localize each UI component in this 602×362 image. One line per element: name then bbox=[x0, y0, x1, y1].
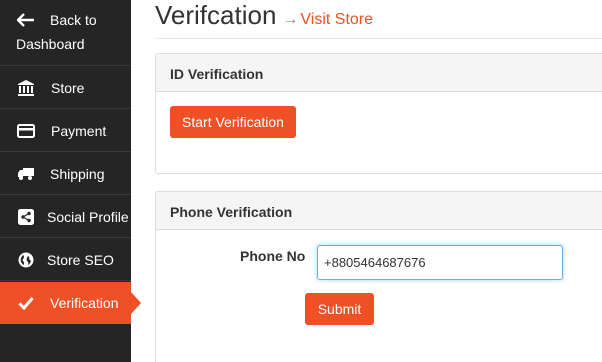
start-verification-button[interactable]: Start Verification bbox=[170, 106, 296, 138]
sidebar-item-label: Store bbox=[51, 79, 85, 96]
back-to-dashboard-link[interactable]: Back to Dashboard bbox=[0, 0, 131, 66]
title-divider bbox=[155, 38, 602, 39]
credit-card-icon bbox=[17, 122, 35, 140]
sidebar-item-shipping[interactable]: Shipping bbox=[0, 153, 131, 195]
sidebar-item-label: Verification bbox=[50, 295, 119, 311]
sidebar-item-social-profile[interactable]: Social Profile bbox=[0, 196, 131, 238]
sidebar-item-label: Shipping bbox=[50, 165, 105, 182]
main-content: Verifcation → Visit Store ID Verification … bbox=[131, 0, 602, 362]
sidebar-item-store-seo[interactable]: Store SEO bbox=[0, 239, 131, 281]
globe-icon bbox=[17, 251, 35, 269]
checkmark-icon bbox=[17, 294, 35, 312]
bank-icon bbox=[17, 79, 35, 97]
arrow-right-icon: → bbox=[282, 11, 299, 28]
phone-verification-panel: Phone Verification Phone No Submit bbox=[155, 191, 602, 362]
sidebar-item-verification[interactable]: Verification bbox=[0, 282, 141, 324]
submit-button[interactable]: Submit bbox=[305, 293, 374, 325]
page-title: Verifcation → Visit Store bbox=[155, 0, 373, 31]
visit-store-link[interactable]: Visit Store bbox=[300, 11, 373, 28]
phone-no-label: Phone No bbox=[240, 248, 306, 264]
sidebar-item-label: Store SEO bbox=[47, 251, 114, 268]
share-icon bbox=[17, 208, 35, 226]
sidebar-item-payment[interactable]: Payment bbox=[0, 110, 131, 152]
back-label-line1: Back to bbox=[50, 12, 97, 28]
phone-verification-heading: Phone Verification bbox=[156, 192, 602, 230]
sidebar: Back to Dashboard Store Payment Shipping… bbox=[0, 0, 141, 362]
id-verification-heading: ID Verification bbox=[156, 54, 602, 92]
arrow-left-icon bbox=[17, 11, 35, 29]
truck-icon bbox=[17, 165, 35, 183]
sidebar-item-label: Payment bbox=[51, 122, 107, 139]
id-verification-panel: ID Verification Start Verification bbox=[155, 53, 602, 174]
phone-number-input[interactable] bbox=[317, 245, 563, 280]
sidebar-item-label: Social Profile bbox=[47, 208, 129, 225]
sidebar-item-store[interactable]: Store bbox=[0, 67, 131, 109]
page-title-text: Verifcation bbox=[155, 0, 277, 30]
back-label-line2: Dashboard bbox=[16, 36, 85, 52]
